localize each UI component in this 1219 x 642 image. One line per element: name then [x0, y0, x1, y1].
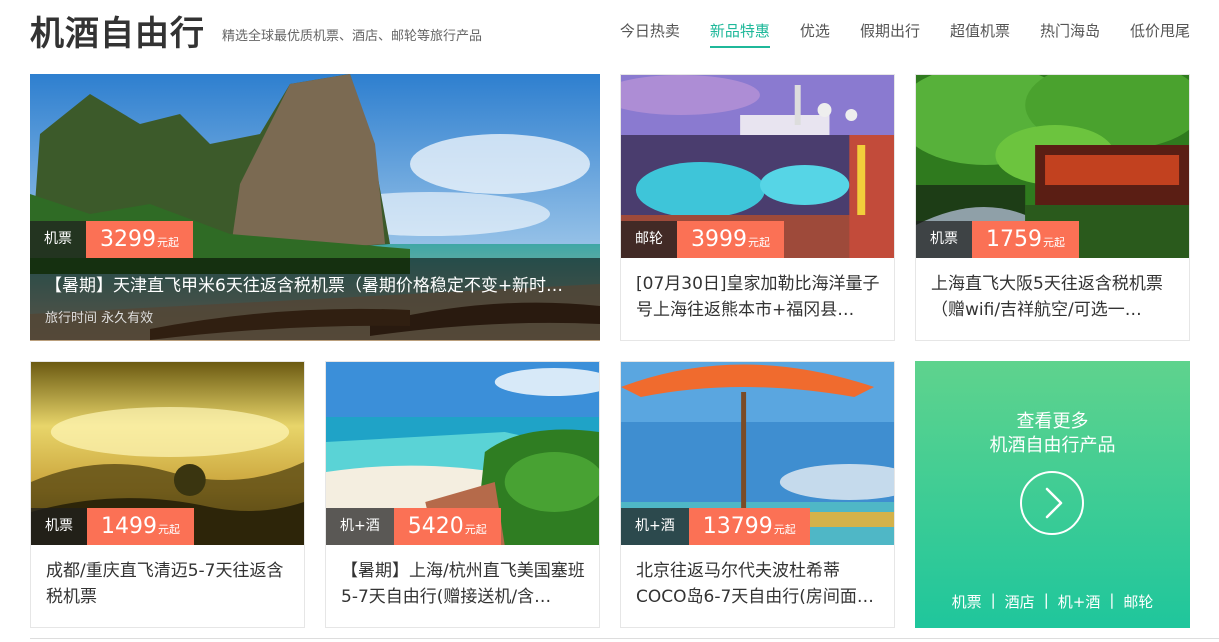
more-link-hotels[interactable]: 酒店: [1005, 591, 1035, 612]
page: 机酒自由行 精选全球最优质机票、酒店、邮轮等旅行产品 今日热卖 新品特惠 优选 …: [0, 0, 1219, 642]
product-title[interactable]: 成都/重庆直飞清迈5-7天往返含税机票: [46, 558, 292, 610]
nav-tab-selected[interactable]: 优选: [800, 20, 830, 48]
price-value: 3299: [100, 227, 156, 252]
brand-title: 机酒自由行: [30, 14, 205, 54]
price-badge: 1499 元起: [87, 508, 194, 545]
price-value: 5420: [407, 514, 464, 539]
header: 机酒自由行 精选全球最优质机票、酒店、邮轮等旅行产品 今日热卖 新品特惠 优选 …: [0, 0, 1219, 74]
view-more-card[interactable]: 查看更多 机酒自由行产品 机票 | 酒店 | 机+酒 | 邮轮: [915, 361, 1190, 628]
product-type-tag: 机票: [916, 221, 972, 258]
arrow-right-circle-button[interactable]: [1020, 471, 1084, 535]
product-type-tag: 机票: [31, 508, 87, 545]
product-type-tag: 机票: [30, 221, 86, 258]
more-link-cruises[interactable]: 邮轮: [1123, 591, 1153, 612]
view-more-line1: 查看更多: [1016, 411, 1089, 432]
nav-tab-islands[interactable]: 热门海岛: [1040, 20, 1100, 48]
product-card[interactable]: 机票 1759 元起 上海直飞大阪5天往返含税机票（赠wifi/吉祥航空/可选一…: [915, 74, 1190, 341]
card-tag-row: 机票 1759 元起: [916, 221, 1079, 258]
featured-validity: 旅行时间 永久有效: [45, 311, 154, 326]
more-link-flight-hotel[interactable]: 机+酒: [1058, 591, 1101, 612]
card-tag-row: 机票 1499 元起: [31, 508, 194, 545]
misty-valley-photo: 机票 1499 元起: [31, 362, 304, 545]
link-separator: |: [990, 591, 996, 609]
price-badge: 5420 元起: [393, 508, 501, 545]
price-unit: 元起: [158, 523, 180, 536]
price-unit: 元起: [464, 523, 487, 536]
card-tag-row: 机+酒 13799 元起: [621, 508, 810, 545]
link-separator: |: [1043, 591, 1049, 609]
price-unit: 元起: [748, 236, 770, 249]
card-tag-row: 机+酒 5420 元起: [326, 508, 501, 545]
price-badge: 3299 元起: [86, 221, 193, 258]
bottom-divider: [30, 638, 1219, 639]
product-type-tag: 邮轮: [621, 221, 677, 258]
price-value: 3999: [691, 227, 747, 252]
featured-caption: 【暑期】天津直飞甲米6天往返含税机票（暑期价格稳定不变+新时… 旅行时间 永久有…: [30, 258, 600, 340]
view-more-links: 机票 | 酒店 | 机+酒 | 邮轮: [915, 591, 1190, 612]
price-unit: 元起: [773, 523, 796, 536]
price-value: 13799: [702, 514, 773, 539]
nav-tab-new-deals[interactable]: 新品特惠: [709, 20, 770, 48]
card-tag-row: 邮轮 3999 元起: [621, 221, 784, 258]
product-type-tag: 机+酒: [621, 508, 689, 545]
beach-umbrella-photo: 机+酒 13799 元起: [621, 362, 894, 545]
tropical-beach-photo: 机+酒 5420 元起: [326, 362, 599, 545]
featured-tag-row: 机票 3299 元起: [30, 221, 193, 258]
view-more-line2: 机酒自由行产品: [989, 435, 1116, 456]
link-separator: |: [1109, 591, 1115, 609]
featured-title[interactable]: 【暑期】天津直飞甲米6天往返含税机票（暑期价格稳定不变+新时…: [45, 271, 588, 296]
product-card[interactable]: 机+酒 5420 元起 【暑期】上海/杭州直飞美国塞班5-7天自由行(赠接送机/…: [325, 361, 600, 628]
nav-tab-cheap-flights[interactable]: 超值机票: [950, 20, 1010, 48]
nav-tab-last-minute[interactable]: 低价甩尾: [1130, 20, 1190, 48]
price-value: 1499: [101, 514, 157, 539]
price-badge: 3999 元起: [677, 221, 784, 258]
product-card[interactable]: 邮轮 3999 元起 [07月30日]皇家加勒比海洋量子号上海往返熊本市+福冈县…: [620, 74, 895, 341]
product-type-tag: 机+酒: [326, 508, 394, 545]
product-card[interactable]: 机+酒 13799 元起 北京往返马尔代夫波杜希蒂COCO岛6-7天自由行(房间…: [620, 361, 895, 628]
price-badge: 1759 元起: [972, 221, 1079, 258]
product-title[interactable]: [07月30日]皇家加勒比海洋量子号上海往返熊本市+福冈县…: [636, 271, 882, 323]
chevron-right-icon: [1045, 487, 1063, 519]
product-title[interactable]: 上海直飞大阪5天往返含税机票（赠wifi/吉祥航空/可选一…: [931, 271, 1177, 323]
nav-tab-holiday[interactable]: 假期出行: [860, 20, 920, 48]
forest-restaurant-photo: 机票 1759 元起: [916, 75, 1189, 258]
price-value: 1759: [986, 227, 1042, 252]
price-unit: 元起: [1043, 236, 1065, 249]
category-nav: 今日热卖 新品特惠 优选 假期出行 超值机票 热门海岛 低价甩尾: [590, 20, 1190, 48]
price-badge: 13799 元起: [688, 508, 810, 545]
cruise-deck-photo: 邮轮 3999 元起: [621, 75, 894, 258]
more-link-flights[interactable]: 机票: [952, 591, 982, 612]
product-title[interactable]: 北京往返马尔代夫波杜希蒂COCO岛6-7天自由行(房间面…: [636, 558, 882, 610]
nav-tab-hot-today[interactable]: 今日热卖: [620, 20, 680, 48]
brand-slogan: 精选全球最优质机票、酒店、邮轮等旅行产品: [222, 29, 483, 44]
featured-product-card[interactable]: 机票 3299 元起 【暑期】天津直飞甲米6天往返含税机票（暑期价格稳定不变+新…: [30, 74, 600, 341]
product-title[interactable]: 【暑期】上海/杭州直飞美国塞班5-7天自由行(赠接送机/含…: [341, 558, 587, 610]
product-card[interactable]: 机票 1499 元起 成都/重庆直飞清迈5-7天往返含税机票: [30, 361, 305, 628]
price-unit: 元起: [157, 236, 179, 249]
